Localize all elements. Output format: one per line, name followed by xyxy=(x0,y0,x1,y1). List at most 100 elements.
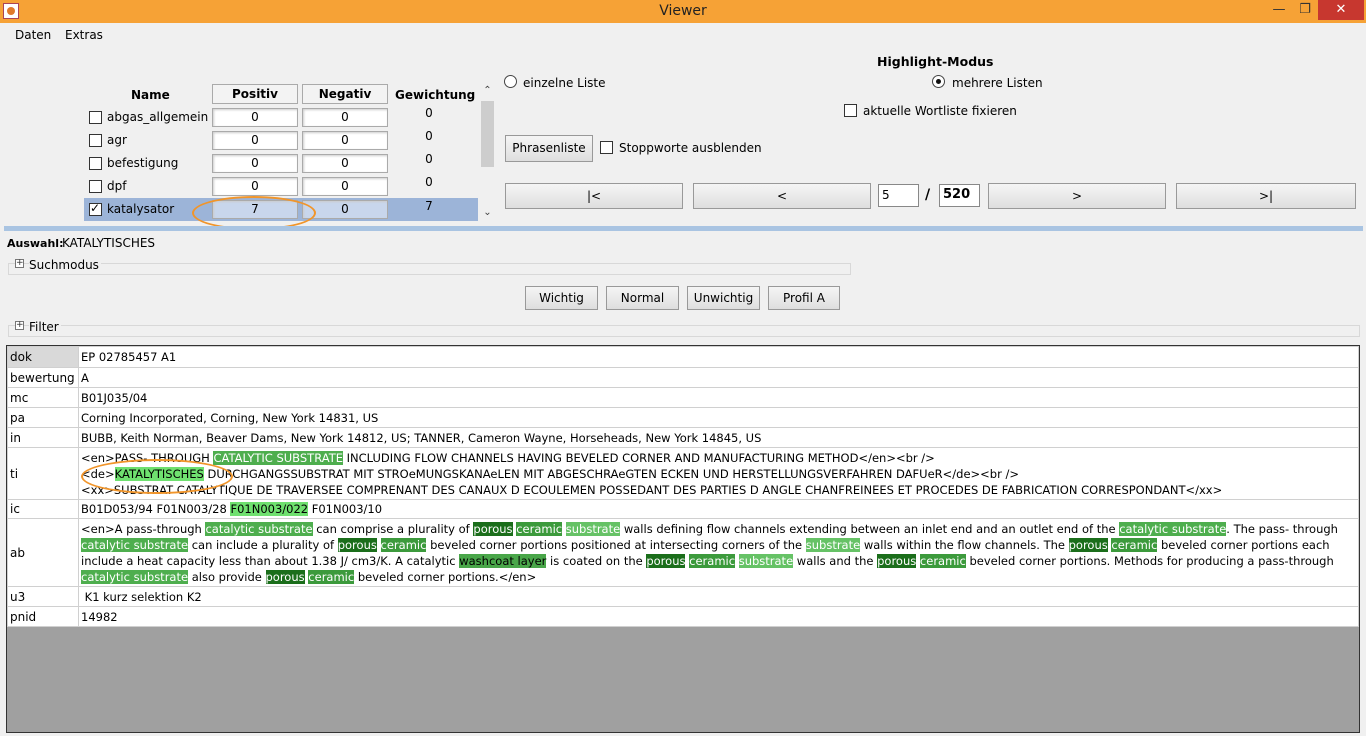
highlight-term: porous xyxy=(337,537,377,552)
ab-text: is coated on the xyxy=(546,553,647,568)
list-row-abgas-allgemein[interactable]: abgas_allgemein 0 0 0 xyxy=(84,106,478,129)
nav-next-button[interactable]: > xyxy=(988,183,1166,209)
unwichtig-button[interactable]: Unwichtig xyxy=(687,286,760,310)
positiv-field[interactable]: 0 xyxy=(212,108,298,127)
row-name: katalysator xyxy=(107,202,175,216)
scroll-up-icon[interactable]: ⌃ xyxy=(481,85,494,96)
fix-wordlist-checkbox[interactable] xyxy=(844,104,857,117)
row-checkbox[interactable] xyxy=(89,157,102,170)
positiv-field[interactable]: 0 xyxy=(212,131,298,150)
auswahl-label: Auswahl: xyxy=(7,237,64,250)
auswahl-value: KATALYTISCHES xyxy=(62,236,156,250)
record-value: K1 kurz selektion K2 xyxy=(78,586,1359,607)
record-row-pa: pa Corning Incorporated, Corning, New Yo… xyxy=(7,407,1359,428)
list-row-befestigung[interactable]: befestigung 0 0 0 xyxy=(84,152,478,175)
annotation-ellipse xyxy=(81,459,233,494)
positiv-field[interactable]: 0 xyxy=(212,154,298,173)
record-row-pnid: pnid 14982 xyxy=(7,606,1359,627)
record-key: pa xyxy=(7,407,79,428)
list-row-dpf[interactable]: dpf 0 0 0 xyxy=(84,175,478,198)
normal-button[interactable]: Normal xyxy=(606,286,679,310)
maximize-icon[interactable]: ❐ xyxy=(1292,0,1318,20)
record-value: A xyxy=(78,367,1359,388)
highlight-term: catalytic substrate xyxy=(1119,521,1227,536)
ab-text: beveled corner portions positioned at in… xyxy=(426,537,806,552)
ab-text: can comprise a plurality of xyxy=(312,521,474,536)
gewichtung-value: 0 xyxy=(425,129,433,143)
record-value: BUBB, Keith Norman, Beaver Dams, New Yor… xyxy=(78,427,1359,448)
page-total: 520 xyxy=(939,184,980,207)
record-row-in: in BUBB, Keith Norman, Beaver Dams, New … xyxy=(7,427,1359,448)
row-name: befestigung xyxy=(107,156,179,170)
row-checkbox[interactable] xyxy=(89,111,102,124)
negativ-field[interactable]: 0 xyxy=(302,108,388,127)
menu-bar: Daten Extras xyxy=(0,23,1366,45)
wichtig-button[interactable]: Wichtig xyxy=(525,286,598,310)
highlight-term: substrate xyxy=(805,537,861,552)
radio-multi-list-label[interactable]: mehrere Listen xyxy=(952,76,1043,90)
ab-text: walls defining flow channels extending b… xyxy=(620,521,1120,536)
record-value-ti: <en>PASS- THROUGH CATALYTIC SUBSTRATE IN… xyxy=(78,447,1359,500)
panel-divider[interactable] xyxy=(4,226,1363,231)
ab-text: beveled corner portions. Methods for pro… xyxy=(965,553,1334,568)
expand-filter-icon[interactable]: + xyxy=(15,321,24,330)
highlight-term: porous xyxy=(877,553,917,568)
radio-single-list[interactable] xyxy=(504,75,517,88)
profil-a-button[interactable]: Profil A xyxy=(768,286,840,310)
highlight-term: washcoat layer xyxy=(459,553,547,568)
ab-text: walls and the xyxy=(793,553,878,568)
highlight-term: ceramic xyxy=(516,521,563,536)
stopwords-checkbox[interactable] xyxy=(600,141,613,154)
phrasenliste-button[interactable]: Phrasenliste xyxy=(505,135,593,162)
ti-en-text: INCLUDING FLOW CHANNELS HAVING BEVELED C… xyxy=(342,450,935,465)
scroll-down-icon[interactable]: ⌄ xyxy=(481,207,494,218)
record-row-mc: mc B01J035/04 xyxy=(7,387,1359,408)
record-value-ab: <en>A pass-through catalytic substrate c… xyxy=(78,518,1359,587)
highlight-term: catalytic substrate xyxy=(81,569,189,584)
column-header-positiv[interactable]: Positiv xyxy=(212,84,298,104)
radio-multi-list[interactable] xyxy=(932,75,945,88)
menu-extras[interactable]: Extras xyxy=(65,28,103,42)
record-value: B01J035/04 xyxy=(78,387,1359,408)
record-key: ab xyxy=(7,518,79,587)
row-checkbox[interactable] xyxy=(89,201,102,216)
highlight-term: ceramic xyxy=(919,553,966,568)
page-input[interactable]: 5 xyxy=(878,184,919,207)
row-checkbox[interactable] xyxy=(89,134,102,147)
minimize-icon[interactable]: — xyxy=(1266,0,1292,20)
list-row-agr[interactable]: agr 0 0 0 xyxy=(84,129,478,152)
expand-suchmodus-icon[interactable]: + xyxy=(15,259,24,268)
nav-first-button[interactable]: |< xyxy=(505,183,683,209)
gewichtung-value: 0 xyxy=(425,106,433,120)
column-header-name[interactable]: Name xyxy=(131,88,170,102)
close-icon[interactable]: ✕ xyxy=(1318,0,1364,20)
highlight-mode-title: Highlight-Modus xyxy=(877,54,994,69)
menu-daten[interactable]: Daten xyxy=(15,28,51,42)
filter-label[interactable]: Filter xyxy=(29,320,61,334)
page-separator: / xyxy=(925,187,931,203)
highlight-term: porous xyxy=(265,569,305,584)
ab-text: <en>A pass-through xyxy=(81,521,206,536)
scroll-thumb[interactable] xyxy=(481,101,494,167)
negativ-field[interactable]: 0 xyxy=(302,154,388,173)
negativ-field[interactable]: 0 xyxy=(302,177,388,196)
ti-xx-text: <xx>SUBSTRAT CATALYTIQUE DE TRAVERSEE CO… xyxy=(81,482,1223,497)
list-scrollbar[interactable]: ⌃ ⌄ xyxy=(480,85,494,222)
record-key: pnid xyxy=(7,606,79,627)
row-checkbox[interactable] xyxy=(89,180,102,193)
suchmodus-label[interactable]: Suchmodus xyxy=(29,258,101,272)
stopwords-label[interactable]: Stoppworte ausblenden xyxy=(619,141,762,155)
suchmodus-panel xyxy=(8,263,851,275)
radio-single-list-label[interactable]: einzelne Liste xyxy=(523,76,606,90)
column-header-gewichtung[interactable]: Gewichtung xyxy=(395,88,475,102)
record-key: u3 xyxy=(7,586,79,607)
ab-text xyxy=(377,538,381,552)
highlight-term: catalytic substrate xyxy=(81,537,189,552)
positiv-field[interactable]: 0 xyxy=(212,177,298,196)
nav-last-button[interactable]: >| xyxy=(1176,183,1356,209)
ic-text: F01N003/10 xyxy=(308,502,383,516)
fix-wordlist-label[interactable]: aktuelle Wortliste fixieren xyxy=(863,104,1017,118)
nav-prev-button[interactable]: < xyxy=(693,183,871,209)
column-header-negativ[interactable]: Negativ xyxy=(302,84,388,104)
negativ-field[interactable]: 0 xyxy=(302,131,388,150)
